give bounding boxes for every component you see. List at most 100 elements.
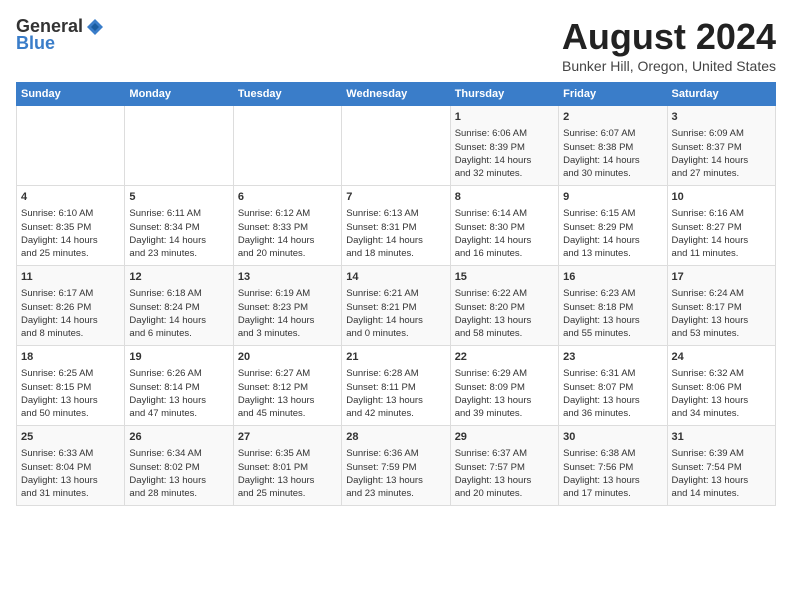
calendar-cell: 20Sunrise: 6:27 AMSunset: 8:12 PMDayligh…: [233, 346, 341, 426]
day-info: Daylight: 13 hours: [455, 394, 554, 407]
logo-icon: [85, 17, 105, 37]
day-info: Daylight: 13 hours: [672, 474, 771, 487]
day-info: Daylight: 13 hours: [455, 474, 554, 487]
day-number: 15: [455, 270, 554, 285]
day-info: Daylight: 13 hours: [672, 314, 771, 327]
calendar-cell: 22Sunrise: 6:29 AMSunset: 8:09 PMDayligh…: [450, 346, 558, 426]
day-info: Sunrise: 6:06 AM: [455, 127, 554, 140]
day-info: Sunrise: 6:12 AM: [238, 207, 337, 220]
day-info: Sunset: 7:54 PM: [672, 461, 771, 474]
day-number: 12: [129, 270, 228, 285]
day-number: 4: [21, 190, 120, 205]
calendar-cell: 21Sunrise: 6:28 AMSunset: 8:11 PMDayligh…: [342, 346, 450, 426]
day-info: and 30 minutes.: [563, 167, 662, 180]
day-info: Sunrise: 6:27 AM: [238, 367, 337, 380]
day-info: Sunrise: 6:22 AM: [455, 287, 554, 300]
calendar-cell: 17Sunrise: 6:24 AMSunset: 8:17 PMDayligh…: [667, 266, 775, 346]
day-number: 26: [129, 430, 228, 445]
calendar-cell: 7Sunrise: 6:13 AMSunset: 8:31 PMDaylight…: [342, 186, 450, 266]
day-number: 6: [238, 190, 337, 205]
day-info: Sunset: 8:15 PM: [21, 381, 120, 394]
day-info: Daylight: 14 hours: [21, 234, 120, 247]
calendar-cell: 31 Sunrise: 6:39 AMSunset: 7:54 PMDayligh…: [667, 426, 775, 506]
main-title: August 2024: [562, 16, 776, 58]
day-info: and 11 minutes.: [672, 247, 771, 260]
day-info: Sunset: 8:01 PM: [238, 461, 337, 474]
day-info: and 31 minutes.: [21, 487, 120, 500]
day-info: Sunset: 8:37 PM: [672, 141, 771, 154]
calendar-cell: 4Sunrise: 6:10 AMSunset: 8:35 PMDaylight…: [17, 186, 125, 266]
day-info: and 53 minutes.: [672, 327, 771, 340]
calendar-cell: 13Sunrise: 6:19 AMSunset: 8:23 PMDayligh…: [233, 266, 341, 346]
day-info: Sunrise: 6:37 AM: [455, 447, 554, 460]
day-info: Sunrise: 6:33 AM: [21, 447, 120, 460]
week-row-1: 1Sunrise: 6:06 AMSunset: 8:39 PMDaylight…: [17, 106, 776, 186]
calendar-cell: 3Sunrise: 6:09 AMSunset: 8:37 PMDaylight…: [667, 106, 775, 186]
calendar-cell: 11Sunrise: 6:17 AMSunset: 8:26 PMDayligh…: [17, 266, 125, 346]
day-info: Sunrise: 6:16 AM: [672, 207, 771, 220]
header-monday: Monday: [125, 83, 233, 106]
day-info: Sunset: 8:12 PM: [238, 381, 337, 394]
day-info: and 20 minutes.: [455, 487, 554, 500]
day-info: and 55 minutes.: [563, 327, 662, 340]
calendar-cell: 30Sunrise: 6:38 AMSunset: 7:56 PMDayligh…: [559, 426, 667, 506]
calendar-cell: 12Sunrise: 6:18 AMSunset: 8:24 PMDayligh…: [125, 266, 233, 346]
logo: General Blue: [16, 16, 105, 54]
day-info: and 39 minutes.: [455, 407, 554, 420]
calendar-cell: 1Sunrise: 6:06 AMSunset: 8:39 PMDaylight…: [450, 106, 558, 186]
day-info: and 36 minutes.: [563, 407, 662, 420]
calendar-cell: 10Sunrise: 6:16 AMSunset: 8:27 PMDayligh…: [667, 186, 775, 266]
day-number: 7: [346, 190, 445, 205]
day-number: 31: [672, 430, 771, 445]
day-info: Sunrise: 6:23 AM: [563, 287, 662, 300]
day-number: 27: [238, 430, 337, 445]
calendar-cell: 14Sunrise: 6:21 AMSunset: 8:21 PMDayligh…: [342, 266, 450, 346]
calendar-cell: 26Sunrise: 6:34 AMSunset: 8:02 PMDayligh…: [125, 426, 233, 506]
day-info: Sunset: 8:23 PM: [238, 301, 337, 314]
day-info: Sunset: 8:20 PM: [455, 301, 554, 314]
day-info: Sunset: 8:35 PM: [21, 221, 120, 234]
page-header: General Blue August 2024 Bunker Hill, Or…: [16, 16, 776, 74]
day-info: and 6 minutes.: [129, 327, 228, 340]
day-info: Sunset: 8:18 PM: [563, 301, 662, 314]
day-number: 19: [129, 350, 228, 365]
day-info: Sunset: 8:27 PM: [672, 221, 771, 234]
day-info: and 18 minutes.: [346, 247, 445, 260]
day-info: and 28 minutes.: [129, 487, 228, 500]
day-info: and 13 minutes.: [563, 247, 662, 260]
day-info: and 14 minutes.: [672, 487, 771, 500]
day-info: Daylight: 13 hours: [21, 394, 120, 407]
day-number: 14: [346, 270, 445, 285]
header-wednesday: Wednesday: [342, 83, 450, 106]
calendar-cell: 27Sunrise: 6:35 AMSunset: 8:01 PMDayligh…: [233, 426, 341, 506]
day-number: 2: [563, 110, 662, 125]
day-info: and 45 minutes.: [238, 407, 337, 420]
day-info: Sunrise: 6:19 AM: [238, 287, 337, 300]
subtitle: Bunker Hill, Oregon, United States: [562, 58, 776, 74]
header-saturday: Saturday: [667, 83, 775, 106]
calendar-cell: 2Sunrise: 6:07 AMSunset: 8:38 PMDaylight…: [559, 106, 667, 186]
day-info: Sunset: 8:09 PM: [455, 381, 554, 394]
day-info: and 42 minutes.: [346, 407, 445, 420]
day-info: Daylight: 14 hours: [129, 314, 228, 327]
calendar-cell: [233, 106, 341, 186]
day-info: Sunset: 7:56 PM: [563, 461, 662, 474]
calendar-cell: 16Sunrise: 6:23 AMSunset: 8:18 PMDayligh…: [559, 266, 667, 346]
day-info: Sunrise: 6:21 AM: [346, 287, 445, 300]
day-info: Sunset: 8:33 PM: [238, 221, 337, 234]
day-info: Daylight: 13 hours: [346, 394, 445, 407]
day-info: Daylight: 14 hours: [238, 234, 337, 247]
week-row-4: 18Sunrise: 6:25 AMSunset: 8:15 PMDayligh…: [17, 346, 776, 426]
day-info: Sunrise: 6:38 AM: [563, 447, 662, 460]
day-info: Daylight: 13 hours: [455, 314, 554, 327]
day-info: Sunrise: 6:13 AM: [346, 207, 445, 220]
day-number: 24: [672, 350, 771, 365]
day-info: Sunrise: 6:24 AM: [672, 287, 771, 300]
day-info: Sunrise: 6:39 AM: [672, 447, 771, 460]
day-number: 25: [21, 430, 120, 445]
header-thursday: Thursday: [450, 83, 558, 106]
day-info: Sunrise: 6:07 AM: [563, 127, 662, 140]
day-info: and 47 minutes.: [129, 407, 228, 420]
day-number: 21: [346, 350, 445, 365]
day-info: Daylight: 14 hours: [455, 154, 554, 167]
